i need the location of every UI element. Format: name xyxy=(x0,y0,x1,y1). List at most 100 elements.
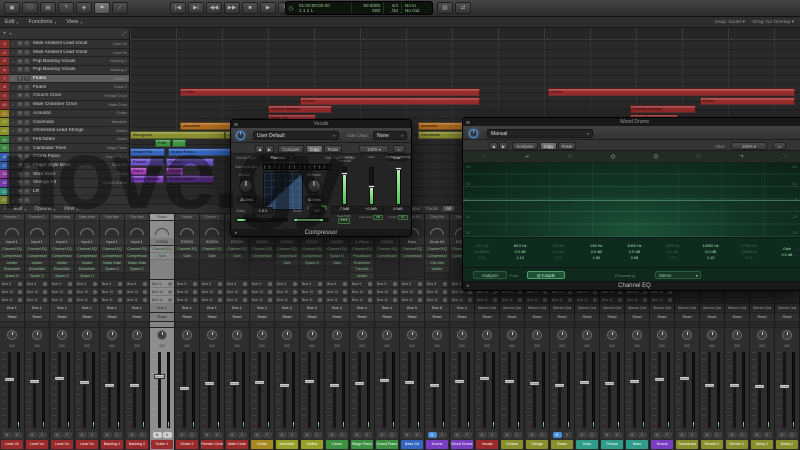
send-slot[interactable]: Bus 10 xyxy=(300,288,324,296)
region[interactable]: Flutes xyxy=(700,97,795,105)
fader-cap[interactable] xyxy=(779,384,790,390)
fader-cap[interactable] xyxy=(454,378,465,384)
eq-band-3-values[interactable]: 200 Hz 0.0 dB 0.71 xyxy=(539,238,577,267)
strip-gain-knob[interactable] xyxy=(25,221,49,238)
fader-cap[interactable] xyxy=(354,380,365,386)
send-knob-icon[interactable] xyxy=(43,281,47,286)
send-knob-icon[interactable] xyxy=(93,281,97,286)
menu-edit[interactable]: Edit ▾ xyxy=(5,19,19,25)
fader-cap[interactable] xyxy=(154,374,165,380)
send-knob-icon[interactable] xyxy=(343,289,347,294)
strip-automation-slot[interactable]: Read xyxy=(700,313,724,322)
strip-gain-knob[interactable] xyxy=(75,221,99,238)
solo-button[interactable]: S xyxy=(337,431,347,438)
mute-button[interactable]: M xyxy=(17,84,23,90)
band-gain[interactable]: 12dB/Oct xyxy=(730,250,768,255)
channel-strip[interactable]: Church C EXS24 Channel EQ Gain Bus 9 Bus 10 Bu… xyxy=(200,214,225,450)
strip-output-slot[interactable]: Stereo Out xyxy=(750,304,774,313)
play-button[interactable]: ▶ xyxy=(260,2,276,14)
add-track-button[interactable]: + xyxy=(3,31,7,37)
strip-setting-slot[interactable]: Male Amb xyxy=(75,214,99,221)
insert-slot[interactable]: Space D xyxy=(325,252,349,260)
insert-slot[interactable]: Limiter xyxy=(25,259,49,267)
strip-input-slot[interactable]: EXS24 xyxy=(325,238,349,246)
send-slot[interactable]: Bus 10 xyxy=(275,288,299,296)
strip-automation-slot[interactable]: Read xyxy=(25,313,49,322)
send-slot[interactable]: Bus 9 xyxy=(25,280,49,288)
strip-fader[interactable] xyxy=(650,350,674,430)
send-slot[interactable]: Bus 9 xyxy=(75,280,99,288)
send-knob-icon[interactable] xyxy=(368,297,372,302)
insert-slot[interactable]: Limiter xyxy=(0,259,24,267)
mute-button[interactable]: M xyxy=(452,431,462,438)
send-slot[interactable]: Bus 9 xyxy=(0,280,24,288)
paste-button[interactable]: Paste xyxy=(558,141,576,150)
slider-value[interactable]: -7.5dB xyxy=(331,206,357,214)
strip-output-slot[interactable]: Stereo Out xyxy=(575,304,599,313)
solo-button[interactable]: S xyxy=(112,431,122,438)
band-gain[interactable]: 0.0 dB xyxy=(539,250,577,255)
send-slot[interactable]: Bus 10 xyxy=(425,288,449,296)
send-knob-icon[interactable] xyxy=(18,281,22,286)
strip-output-slot[interactable]: Bus 1 xyxy=(125,304,149,313)
track-header[interactable]: 11 ♪ M S Acoustic Guitar xyxy=(0,109,129,119)
next-preset-button[interactable]: ▶ xyxy=(265,144,274,153)
strip-output-slot[interactable]: Bus 2 xyxy=(275,304,299,313)
ratio-value[interactable]: 1.5:1 xyxy=(253,207,273,214)
compare-button[interactable]: Compare xyxy=(278,144,304,153)
strip-name[interactable]: Guitar xyxy=(250,439,274,450)
solo-button[interactable]: S xyxy=(512,431,522,438)
strip-output-slot[interactable]: Bus 1 xyxy=(150,304,174,313)
strip-setting-slot[interactable]: Stick Ba xyxy=(425,214,449,221)
solo-button[interactable]: S xyxy=(437,431,447,438)
channel-strip[interactable]: Flutes EXS24 Channel EQ Gain Bus 9 Bus 10 Bus … xyxy=(150,214,175,450)
send-slot[interactable]: Bus 10 xyxy=(25,288,49,296)
strip-pan-knob[interactable] xyxy=(450,328,474,342)
strip-name[interactable]: Bass Gtr xyxy=(400,439,424,450)
track-header[interactable]: 21 ♪ M S xyxy=(0,196,129,206)
send-knob-icon[interactable] xyxy=(643,297,647,302)
circuit-type-dropdown[interactable]: Platinum xyxy=(261,154,295,161)
strip-input-slot[interactable]: Input 1 xyxy=(50,238,74,246)
track-header[interactable]: 5 ♪ M S Pop Backing Vocals Backing 1 xyxy=(0,57,129,67)
send-slot[interactable]: Bus 9 xyxy=(350,280,374,288)
insert-slot[interactable]: Compressor xyxy=(0,252,24,260)
send-slot[interactable]: Bus 11 xyxy=(300,296,324,304)
strip-fader[interactable] xyxy=(700,350,724,430)
library-icon[interactable]: ▣ xyxy=(4,2,20,14)
mute-button[interactable]: M xyxy=(652,431,662,438)
slider-cap[interactable] xyxy=(394,166,402,170)
strip-pan-knob[interactable] xyxy=(675,328,699,342)
band-frequency[interactable]: 20.0 Hz xyxy=(463,244,501,249)
lcd-mode-icon[interactable]: ◷ xyxy=(286,2,296,14)
track-header[interactable]: 20 ♪ M S LR xyxy=(0,187,129,197)
track-header[interactable]: 9 ♪ M S Church Choir Female Choir xyxy=(0,92,129,101)
mute-button[interactable]: M xyxy=(77,431,87,438)
stop-button[interactable]: ■ xyxy=(242,2,258,14)
strip-fader[interactable] xyxy=(50,350,74,430)
fader-cap[interactable] xyxy=(679,375,690,381)
strip-output-slot[interactable]: Stereo Out xyxy=(625,304,649,313)
channel-strip[interactable]: Male Amb Input 1 Channel EQ Compressor Limit… xyxy=(50,214,75,450)
mute-button[interactable]: M xyxy=(17,128,23,134)
track-header[interactable]: 4 ♪ M S Male Ambient Lead Vocal Lead Vo xyxy=(0,48,129,58)
mixer-icon[interactable]: ⌗ xyxy=(94,2,110,14)
send-slot[interactable]: Bus 11 xyxy=(175,296,199,304)
strip-pan-knob[interactable] xyxy=(325,328,349,342)
strip-automation-slot[interactable]: Read xyxy=(300,313,324,322)
attack-knob[interactable] xyxy=(239,179,253,193)
send-knob-icon[interactable] xyxy=(18,289,22,294)
mixer-menu-view[interactable]: View ▾ xyxy=(64,206,79,212)
strip-input-slot[interactable]: Input 1 xyxy=(25,238,49,246)
strip-gain-knob[interactable] xyxy=(125,221,149,238)
strip-pan-knob[interactable] xyxy=(475,328,499,342)
strip-fader[interactable] xyxy=(375,350,399,430)
track-header[interactable]: 12 ♪ M S Cinematic Mandolin xyxy=(0,118,129,127)
channel-strip[interactable]: CambiataE-PianoChannel EQPedalboardEnsem… xyxy=(350,214,375,450)
strip-setting-slot[interactable]: Pop Bac xyxy=(100,214,124,221)
channel-strip[interactable]: Pop Bac Input 1 Channel EQ Compressor Noise … xyxy=(100,214,125,450)
send-knob-icon[interactable] xyxy=(368,289,372,294)
strip-fader[interactable] xyxy=(475,350,499,430)
send-knob-icon[interactable] xyxy=(143,289,147,294)
strip-pan-knob[interactable] xyxy=(100,328,124,342)
